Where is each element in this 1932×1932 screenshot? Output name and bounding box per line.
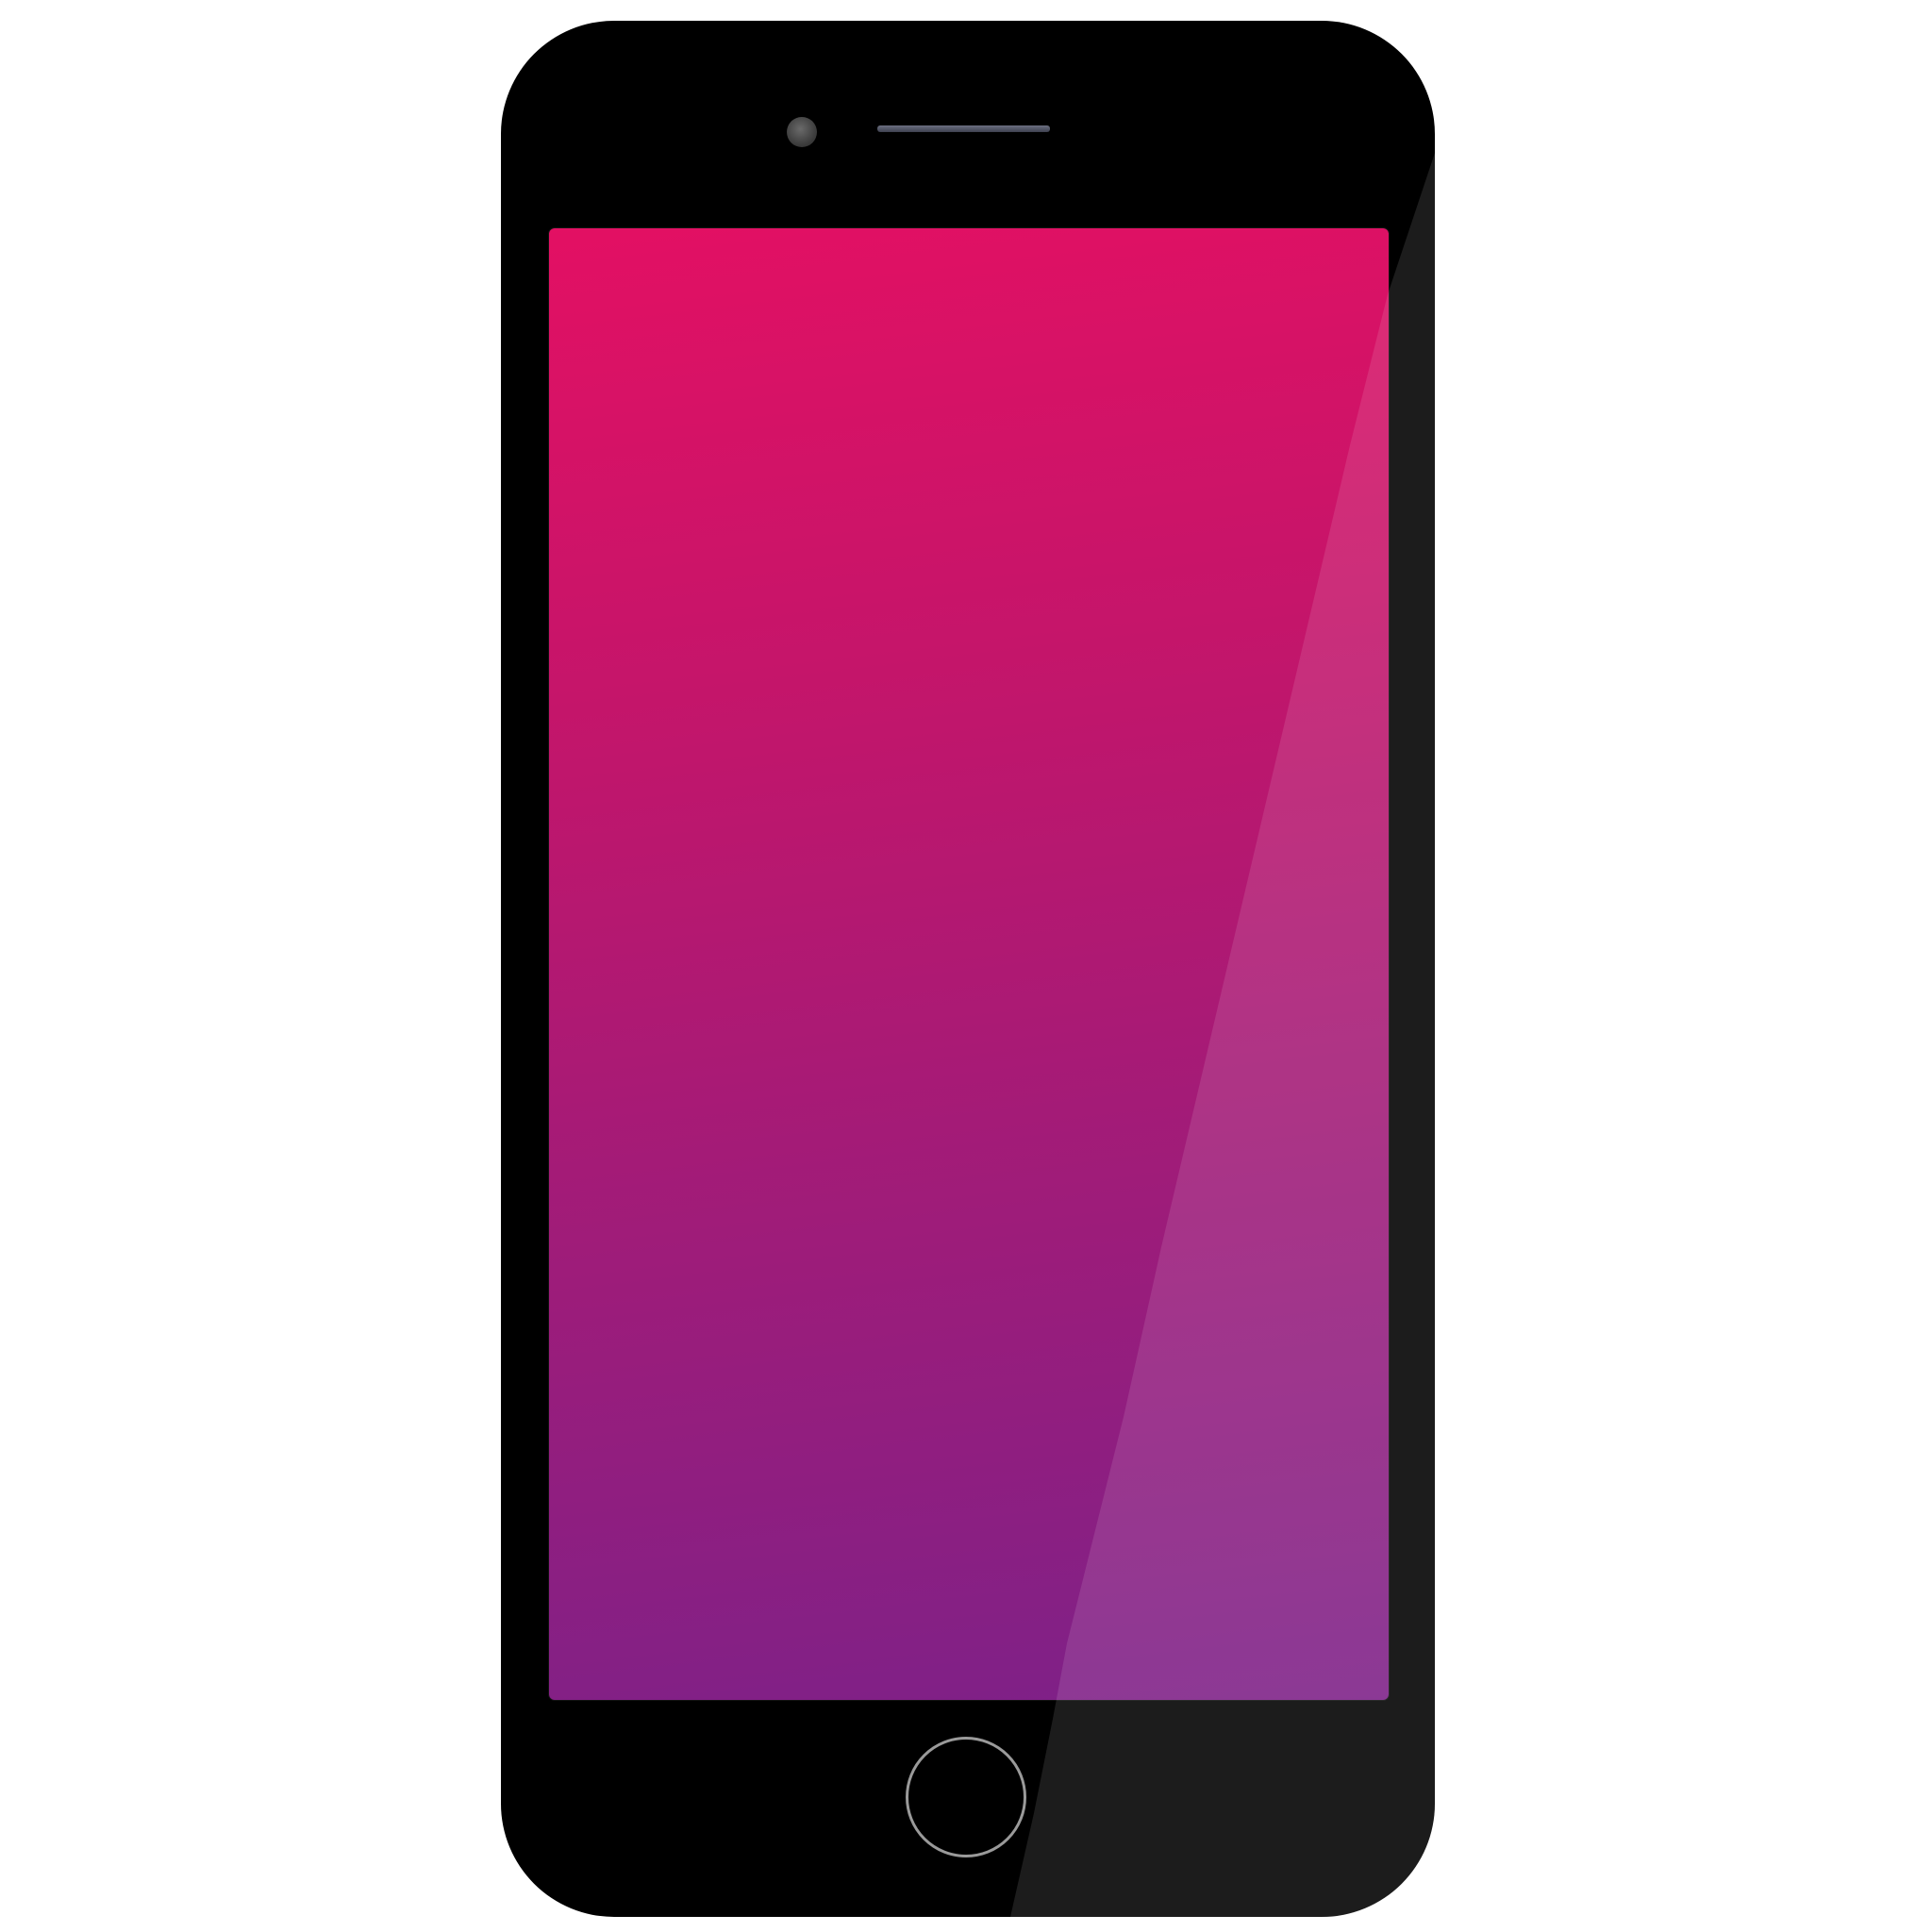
- front-camera-icon: [787, 117, 817, 147]
- phone-mockup: [501, 21, 1435, 1917]
- phone-screen: [549, 228, 1389, 1700]
- earpiece-speaker-icon: [877, 125, 1050, 132]
- home-button[interactable]: [906, 1737, 1026, 1857]
